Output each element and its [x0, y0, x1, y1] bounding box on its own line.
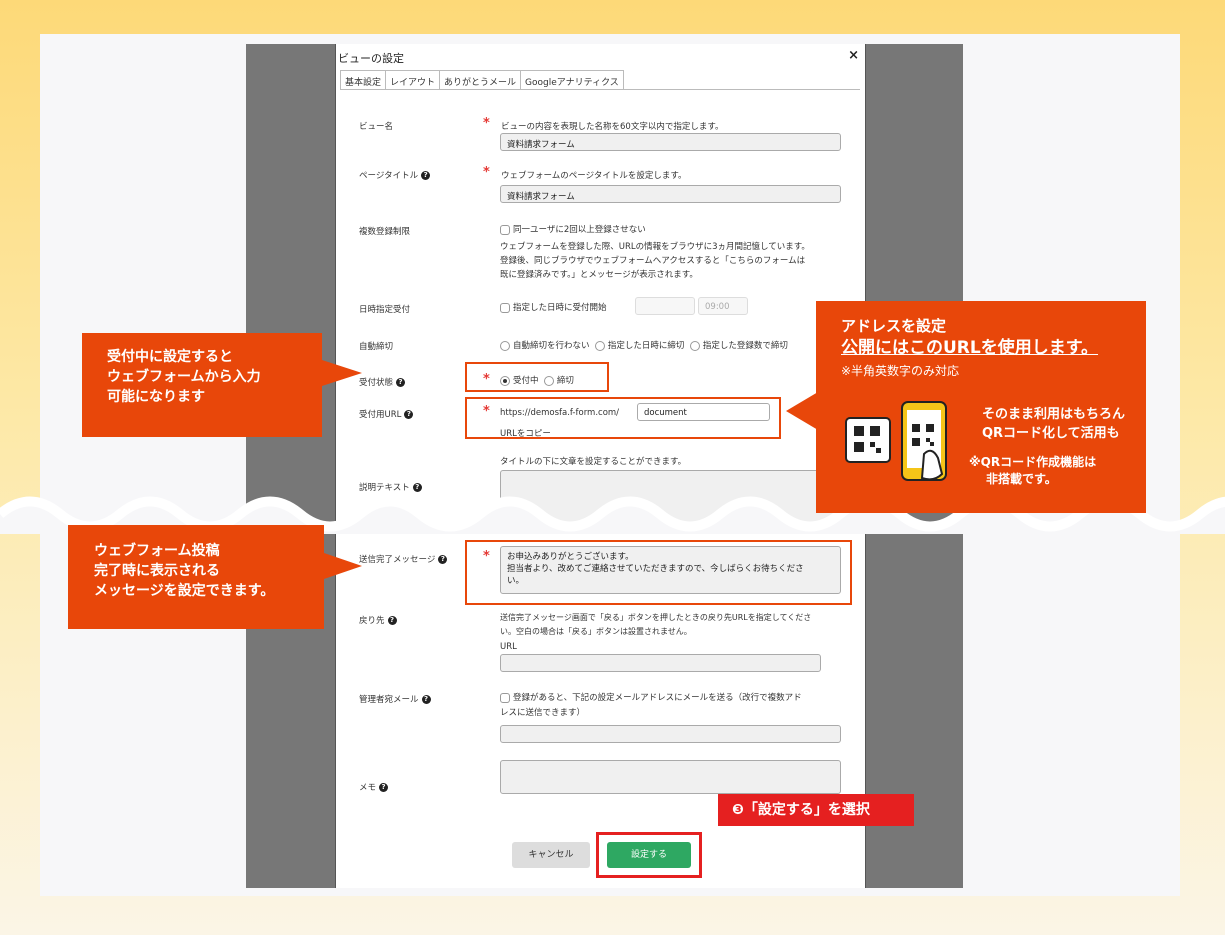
- page-title-desc: ウェブフォームのページタイトルを設定します。: [501, 171, 687, 181]
- auto-close-opt2[interactable]: 指定した日時に締切: [608, 341, 685, 351]
- help-icon[interactable]: ?: [438, 555, 448, 564]
- annotation-url-title2: 公開にはこのURLを使用します。: [841, 338, 1099, 358]
- page-title-label: ページタイトル?: [359, 169, 431, 181]
- url-label: 受付用URL?: [359, 408, 414, 420]
- multi-reg-checkbox[interactable]: 同一ユーザに2回以上登録させない: [500, 223, 646, 235]
- help-icon[interactable]: ?: [421, 171, 431, 180]
- pointer-arrow: [322, 360, 362, 386]
- checkbox-icon[interactable]: [500, 224, 510, 235]
- help-icon[interactable]: ?: [421, 695, 431, 704]
- multi-reg-desc1: ウェブフォームを登録した際、URLの情報をブラウザに3ヵ月間記憶しています。: [500, 242, 810, 252]
- return-desc1: 送信完了メッセージ画面で「戻る」ボタンを押したときの戻り先URLを指定してくださ: [500, 613, 812, 622]
- page-title-input[interactable]: 資料請求フォーム: [500, 185, 841, 203]
- status-highlight: [465, 362, 609, 392]
- multi-reg-label: 複数登録制限: [359, 227, 411, 237]
- annotation-qr-line2: QRコード化して活用も: [982, 426, 1120, 441]
- required-mark: *: [483, 116, 490, 131]
- return-label: 戻り先?: [359, 614, 397, 626]
- submit-highlight: [596, 832, 702, 878]
- annotation-status: 受付中に設定すると ウェブフォームから入力 可能になります: [82, 333, 322, 437]
- annotation-status-line2: ウェブフォームから入力: [107, 369, 261, 385]
- required-mark: *: [483, 165, 490, 180]
- auto-close-opt3[interactable]: 指定した登録数で締切: [703, 341, 788, 351]
- multi-reg-desc2: 登録後、同じブラウザでウェブフォームへアクセスすると「こちらのフォームは: [500, 256, 806, 266]
- return-desc2: い。空白の場合は「戻る」ボタンは設置されません。: [500, 627, 692, 636]
- checkbox-icon[interactable]: [500, 302, 510, 313]
- annotation-msg-line2: 完了時に表示される: [94, 563, 220, 579]
- tab-layout[interactable]: レイアウト: [385, 70, 441, 89]
- date-accept-label: 日時指定受付: [359, 305, 411, 315]
- annotation-url-title: アドレスを設定: [841, 317, 947, 335]
- memo-label: メモ?: [359, 781, 389, 793]
- radio-icon[interactable]: [594, 340, 605, 351]
- dialog-title: ビューの設定: [338, 52, 404, 65]
- help-icon[interactable]: ?: [379, 783, 389, 792]
- complete-msg-label: 送信完了メッセージ?: [359, 553, 448, 565]
- view-name-desc: ビューの内容を表現した名称を60文字以内で指定します。: [501, 122, 724, 132]
- help-icon[interactable]: ?: [396, 378, 406, 387]
- admin-mail-checkbox[interactable]: 登録があると、下記の設定メールアドレスにメールを送る（改行で複数アド: [500, 691, 802, 703]
- view-settings-dialog: ビューの設定 × 基本設定 レイアウト ありがとうメール Googleアナリティ…: [335, 44, 866, 888]
- tab-basic[interactable]: 基本設定: [340, 70, 387, 89]
- annotation-complete-msg: ウェブフォーム投稿 完了時に表示される メッセージを設定できます。: [68, 525, 324, 629]
- annotation-qr-note2: 非搭載です。: [986, 472, 1057, 486]
- url-highlight: [465, 397, 781, 439]
- annotation-msg-line1: ウェブフォーム投稿: [94, 543, 220, 559]
- complete-msg-highlight: [465, 540, 852, 605]
- auto-close-label: 自動締切: [359, 342, 394, 352]
- radio-icon[interactable]: [500, 340, 510, 351]
- help-icon[interactable]: ?: [387, 616, 397, 625]
- help-icon[interactable]: ?: [404, 410, 414, 419]
- annotation-status-line1: 受付中に設定すると: [107, 349, 233, 365]
- step-label: ❸「設定する」を選択: [718, 794, 914, 826]
- cancel-button[interactable]: キャンセル: [512, 842, 590, 868]
- return-url-input[interactable]: [500, 654, 821, 672]
- tab-bar: 基本設定 レイアウト ありがとうメール Googleアナリティクス: [340, 70, 860, 90]
- multi-reg-desc3: 既に登録済みです。」とメッセージが表示されます。: [500, 270, 698, 280]
- qr-phone-icon: [845, 401, 947, 481]
- date-accept-checkbox[interactable]: 指定した日時に受付開始: [500, 301, 607, 313]
- auto-close-options: 自動締切を行わない 指定した日時に締切 指定した登録数で締切: [500, 339, 788, 351]
- annotation-url-note: ※半角英数字のみ対応: [841, 364, 960, 378]
- pointer-arrow: [324, 553, 362, 579]
- annotation-qr-line1: そのまま利用はもちろん: [982, 407, 1126, 422]
- checkbox-icon[interactable]: [500, 692, 510, 703]
- date-input[interactable]: [635, 297, 695, 315]
- radio-icon[interactable]: [689, 340, 700, 351]
- pointer-arrow: [786, 392, 818, 430]
- time-input[interactable]: 09:00: [698, 297, 748, 315]
- memo-textarea[interactable]: [500, 760, 841, 794]
- admin-mail-desc: レスに送信できます）: [500, 708, 586, 718]
- return-url-label: URL: [500, 642, 517, 652]
- close-icon[interactable]: ×: [848, 48, 859, 63]
- annotation-msg-line3: メッセージを設定できます。: [94, 583, 275, 599]
- view-name-label: ビュー名: [359, 122, 394, 132]
- explain-desc: タイトルの下に文章を設定することができます。: [500, 457, 687, 467]
- admin-mail-input[interactable]: [500, 725, 841, 743]
- view-name-input[interactable]: 資料請求フォーム: [500, 133, 841, 151]
- annotation-url: アドレスを設定 公開にはこのURLを使用します。 ※半角英数字のみ対応 そのまま…: [816, 301, 1146, 513]
- tab-google-analytics[interactable]: Googleアナリティクス: [520, 70, 624, 89]
- admin-mail-label: 管理者宛メール?: [359, 693, 431, 705]
- tab-thanks-mail[interactable]: ありがとうメール: [439, 70, 522, 89]
- auto-close-opt1[interactable]: 自動締切を行わない: [513, 341, 590, 351]
- annotation-status-line3: 可能になります: [107, 389, 205, 405]
- status-label: 受付状態?: [359, 376, 406, 388]
